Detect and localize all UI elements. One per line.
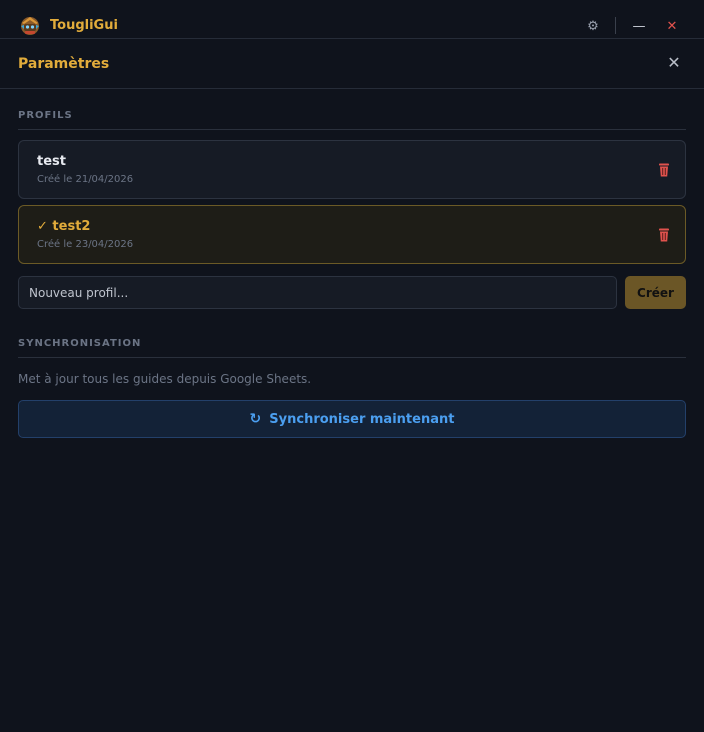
profile-created-date: Créé le 23/04/2026 (37, 239, 134, 250)
app-title: TougliGui (50, 18, 118, 33)
delete-profile-trash-icon[interactable] (657, 162, 671, 178)
close-panel-button[interactable]: ✕ (664, 53, 684, 73)
delete-profile-trash-icon[interactable] (657, 227, 671, 243)
title-bar-divider (615, 17, 616, 34)
profiles-section-divider (18, 129, 686, 130)
profile-name: test (37, 154, 66, 169)
sync-section-label: SYNCHRONISATION (18, 338, 142, 349)
sync-now-button[interactable]: ↻ Synchroniser maintenant (18, 400, 686, 438)
profile-card-test2-active[interactable]: ✓ test2 Créé le 23/04/2026 (18, 205, 686, 264)
panel-title: Paramètres (18, 56, 110, 72)
app-logo-icon (21, 17, 39, 35)
create-profile-button[interactable]: Créer (625, 276, 686, 309)
profile-created-date: Créé le 21/04/2026 (37, 174, 134, 185)
profiles-section-label: PROFILS (18, 110, 73, 121)
close-window-button[interactable]: ✕ (662, 16, 682, 36)
profile-card-test[interactable]: test Créé le 21/04/2026 (18, 140, 686, 199)
new-profile-input[interactable] (18, 276, 617, 309)
minimize-button[interactable]: — (629, 16, 649, 36)
profile-name: ✓ test2 (37, 219, 91, 234)
settings-gear-icon[interactable]: ⚙ (584, 16, 602, 36)
settings-panel-header: Paramètres ✕ (0, 39, 704, 89)
sync-section-divider (18, 357, 686, 358)
title-bar: TougliGui ⚙ — ✕ (0, 0, 704, 39)
sync-button-label: Synchroniser maintenant (269, 411, 455, 427)
refresh-icon: ↻ (249, 411, 262, 427)
sync-description: Met à jour tous les guides depuis Google… (18, 372, 312, 386)
